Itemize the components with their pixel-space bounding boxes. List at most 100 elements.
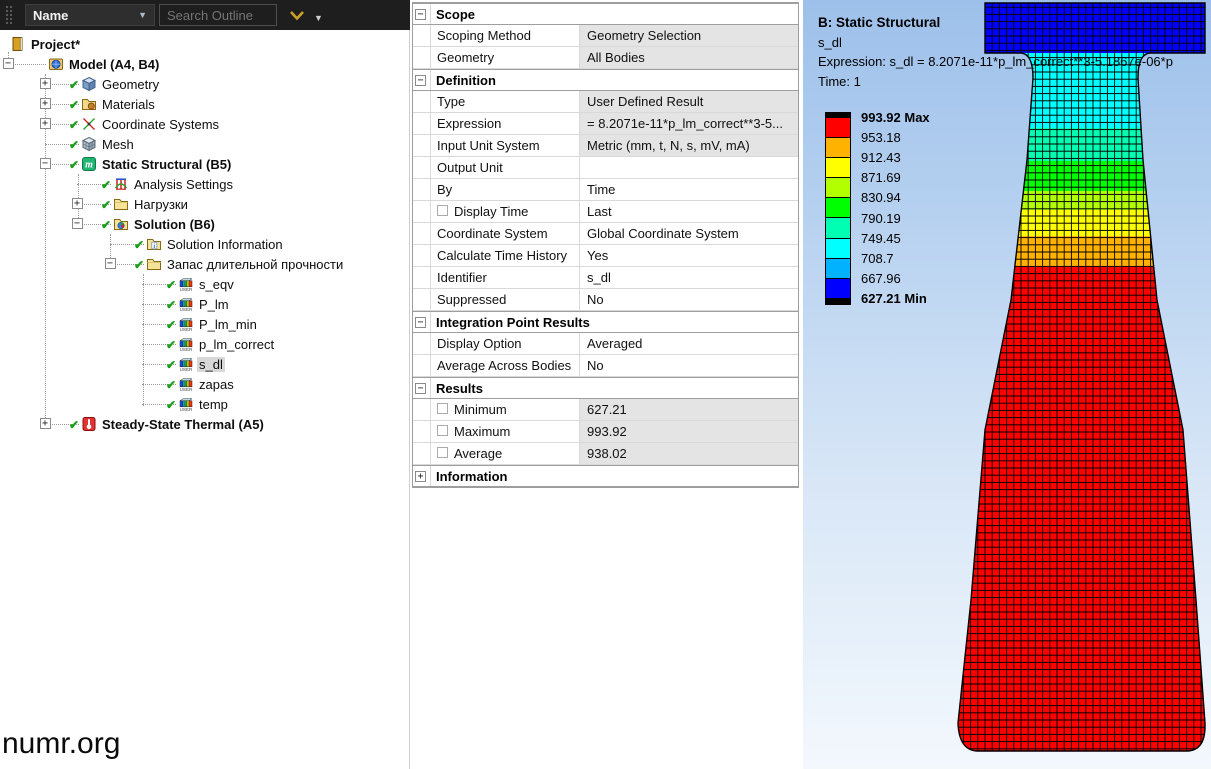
details-property-value[interactable]: 938.02 [580,443,798,464]
details-gutter: − [413,378,431,398]
tree-item-label[interactable]: P_lm_min [197,317,259,332]
details-property-value[interactable]: Metric (mm, t, N, s, mV, mA) [580,135,798,156]
tree-item-project-[interactable]: Project* [0,34,410,54]
checkbox[interactable] [437,447,448,458]
expand-toggle[interactable]: + [72,198,83,209]
tree-item-analysis-settings[interactable]: ✔Analysis Settings [0,174,410,194]
tree-item-temp[interactable]: ✔USERtemp [0,394,410,414]
details-panel: −ScopeScoping MethodGeometry SelectionGe… [411,0,802,769]
tree-item-label[interactable]: zapas [197,377,236,392]
tree-item-label[interactable]: Steady-State Thermal (A5) [100,417,266,432]
details-property-row: ByTime [413,179,798,201]
tree-item-s-dl[interactable]: ✔USERs_dl [0,354,410,374]
collapse-toggle[interactable]: − [40,158,51,169]
search-input[interactable] [159,4,277,26]
tree-item-static-structural-b5-[interactable]: −✔mStatic Structural (B5) [0,154,410,174]
details-property-value[interactable]: Time [580,179,798,200]
legend-label: 993.92 Max [861,111,930,125]
details-property-label: Minimum [431,399,580,420]
tree-item-zapas[interactable]: ✔USERzapas [0,374,410,394]
tree-item-label[interactable]: Coordinate Systems [100,117,221,132]
checkbox[interactable] [437,205,448,216]
expand-toggle[interactable]: + [40,118,51,129]
tree-item-label[interactable]: Model (A4, B4) [67,57,161,72]
tree-item-label[interactable]: Запас длительной прочности [165,257,345,272]
details-gutter [413,223,431,244]
check-state-icon: ✔ [166,398,176,412]
expand-search-chevron-icon[interactable] [289,10,305,21]
details-group-label: Results [431,378,483,398]
details-property-value[interactable]: All Bodies [580,47,798,68]
details-property-value[interactable]: Global Coordinate System [580,223,798,244]
toolbar-grip-handle[interactable] [5,5,14,25]
check-state-icon: ✔ [134,238,144,252]
details-property-value[interactable]: Geometry Selection [580,25,798,46]
tree-item-запас-длительной-прочности[interactable]: −✔Запас длительной прочности [0,254,410,274]
collapse-toggle[interactable]: − [105,258,116,269]
details-property-value[interactable]: s_dl [580,267,798,288]
collapse-toggle[interactable]: − [415,383,426,394]
checkbox[interactable] [437,403,448,414]
expand-toggle[interactable]: + [415,471,426,482]
details-property-value[interactable]: User Defined Result [580,91,798,112]
tree-item-label[interactable]: p_lm_correct [197,337,276,352]
tree-item-нагрузки[interactable]: +✔Нагрузки [0,194,410,214]
details-property-value[interactable]: Averaged [580,333,798,354]
tree-item-solution-information[interactable]: ✔iSolution Information [0,234,410,254]
tree-item-label[interactable]: temp [197,397,230,412]
details-property-label: Maximum [431,421,580,442]
tree-item-label[interactable]: Mesh [100,137,136,152]
expand-toggle[interactable]: + [40,418,51,429]
toolbar-overflow-chevron-icon[interactable]: ▼ [314,13,323,23]
tree-item-label[interactable]: Geometry [100,77,161,92]
tree-item-label[interactable]: Analysis Settings [132,177,235,192]
legend-label: 708.7 [861,252,894,266]
tree-item-label[interactable]: s_eqv [197,277,236,292]
tree-item-p-lm[interactable]: ✔USERP_lm [0,294,410,314]
details-group-row: −Results [413,377,798,399]
viewport-3d-canvas[interactable]: B: Static Structural s_dl Expression: s_… [803,0,1211,769]
details-property-label: Display Option [431,333,580,354]
expand-toggle[interactable]: + [40,98,51,109]
tree-item-steady-state-thermal-a5-[interactable]: +✔Steady-State Thermal (A5) [0,414,410,434]
checkbox[interactable] [437,425,448,436]
tree-item-label[interactable]: Project* [29,37,82,52]
tree-item-model-a4-b4-[interactable]: − Model (A4, B4) [0,54,410,74]
details-property-value[interactable]: 627.21 [580,399,798,420]
geometry-icon [81,76,97,92]
collapse-toggle[interactable]: − [3,58,14,69]
details-property-value[interactable] [580,157,798,178]
tree-item-label[interactable]: Static Structural (B5) [100,157,233,172]
details-property-value[interactable]: = 8.2071e-11*p_lm_correct**3-5... [580,113,798,134]
outline-filter-dropdown[interactable]: Name ▼ [25,4,155,26]
collapse-toggle[interactable]: − [72,218,83,229]
tree-item-materials[interactable]: +✔Materials [0,94,410,114]
tree-item-solution-b6-[interactable]: −✔Solution (B6) [0,214,410,234]
collapse-toggle[interactable]: − [415,9,426,20]
collapse-toggle[interactable]: − [415,317,426,328]
tree-item-label[interactable]: s_dl [197,357,225,372]
tree-item-p-lm-correct[interactable]: ✔USERp_lm_correct [0,334,410,354]
tree-item-label[interactable]: Нагрузки [132,197,190,212]
tree-item-label[interactable]: Materials [100,97,157,112]
tree-item-p-lm-min[interactable]: ✔USERP_lm_min [0,314,410,334]
tree-item-mesh[interactable]: ✔Mesh [0,134,410,154]
legend-band [826,178,850,198]
details-property-value[interactable]: 993.92 [580,421,798,442]
details-property-value[interactable]: Last [580,201,798,222]
tree-item-label[interactable]: P_lm [197,297,231,312]
collapse-toggle[interactable]: − [415,75,426,86]
expand-toggle[interactable]: + [40,78,51,89]
tree-item-coordinate-systems[interactable]: +✔Coordinate Systems [0,114,410,134]
tree-item-geometry[interactable]: +✔Geometry [0,74,410,94]
details-property-value[interactable]: No [580,355,798,376]
folder-icon [146,256,162,272]
details-property-value[interactable]: Yes [580,245,798,266]
svg-text:USER: USER [180,287,193,292]
outline-tree: Project*−Model (A4, B4)+✔Geometry+✔Mater… [0,32,410,452]
details-property-label: Average [431,443,580,464]
tree-item-label[interactable]: Solution (B6) [132,217,217,232]
tree-item-s-eqv[interactable]: ✔USERs_eqv [0,274,410,294]
details-property-value[interactable]: No [580,289,798,310]
tree-item-label[interactable]: Solution Information [165,237,285,252]
